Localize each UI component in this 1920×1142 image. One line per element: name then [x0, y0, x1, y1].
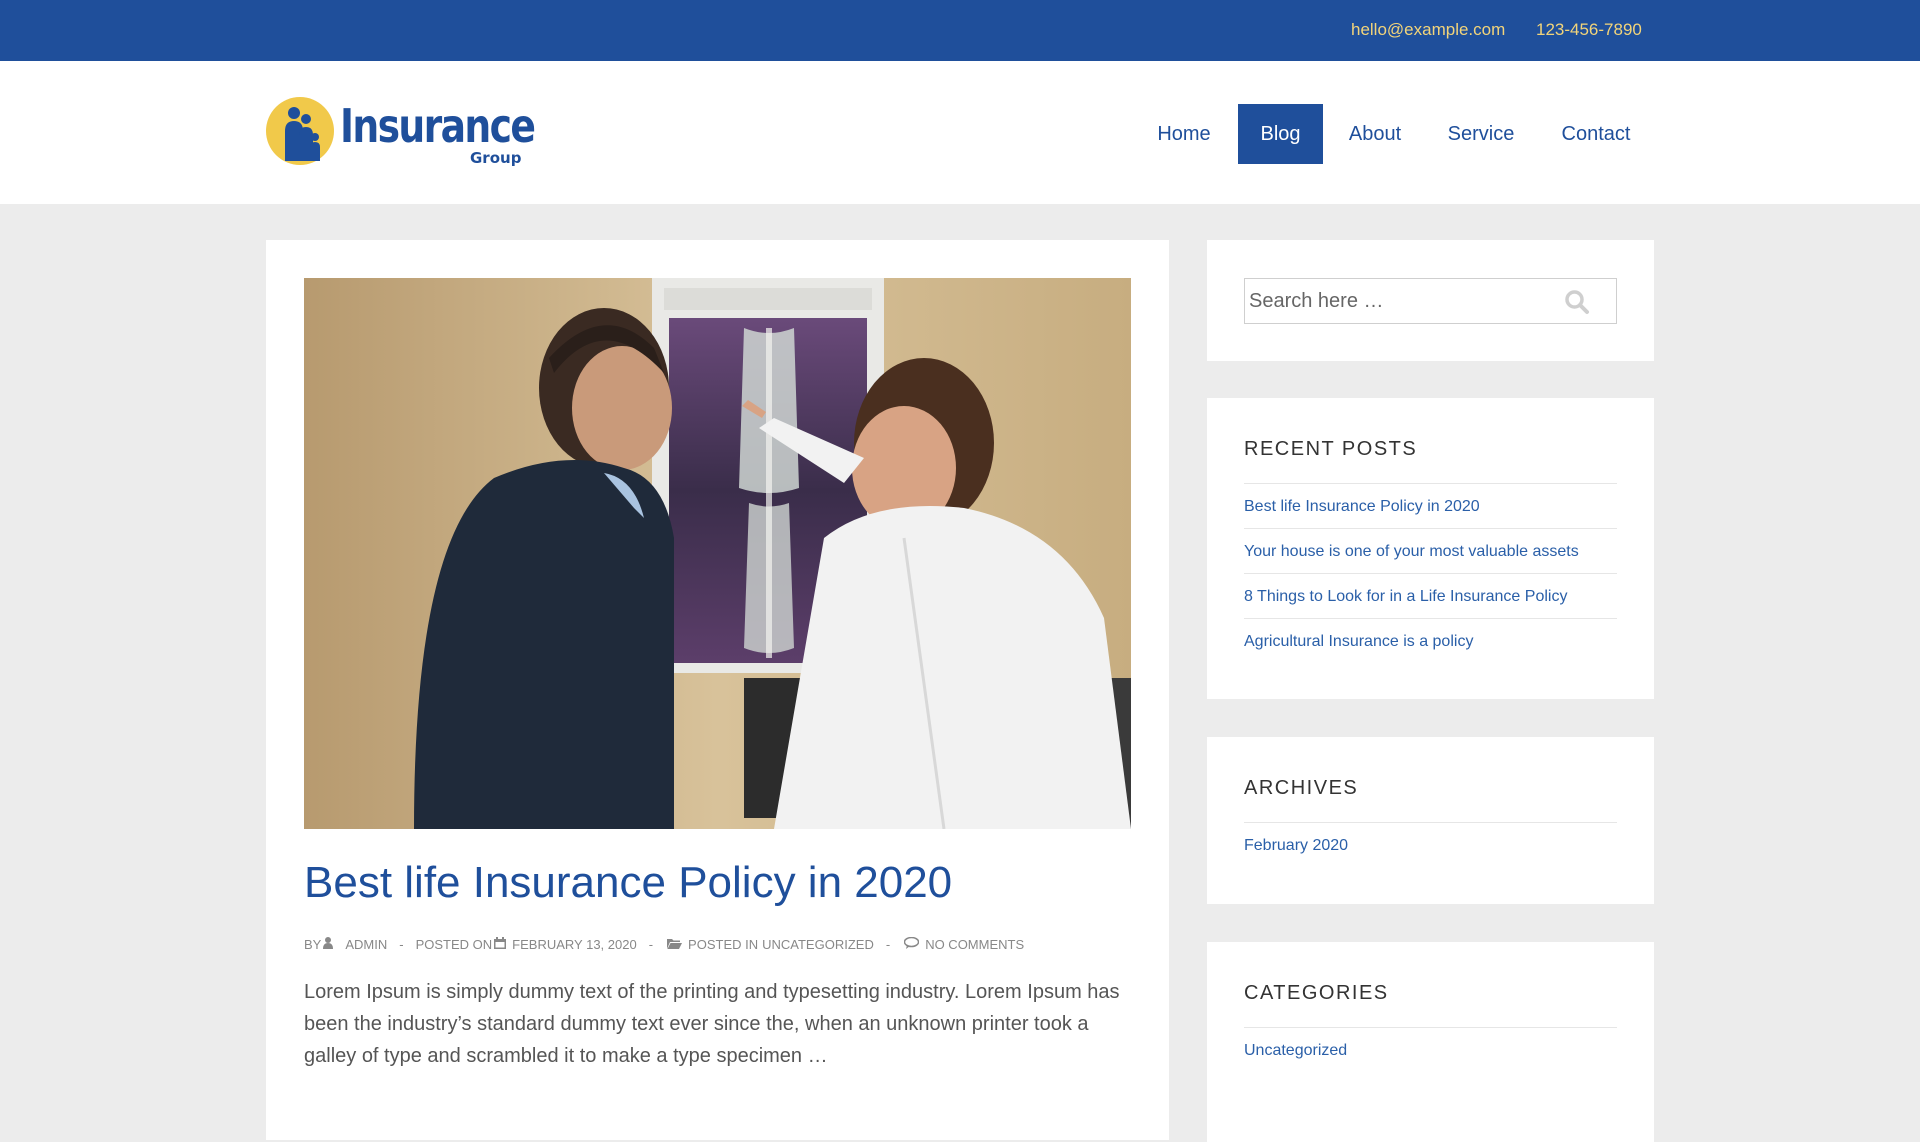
site-logo[interactable]: Insurance Group — [266, 97, 536, 173]
nav-about[interactable]: About — [1334, 104, 1416, 164]
nav-blog[interactable]: Blog — [1238, 104, 1323, 164]
search-box — [1244, 278, 1617, 324]
logo-subtitle: Group — [470, 149, 522, 167]
meta-separator: - — [648, 937, 654, 952]
post-excerpt: Lorem Ipsum is simply dummy text of the … — [304, 981, 1120, 1067]
list-item: Best life Insurance Policy in 2020 — [1244, 483, 1617, 528]
list-item: Uncategorized — [1244, 1027, 1617, 1072]
nav-service[interactable]: Service — [1431, 104, 1531, 164]
family-icon — [266, 97, 334, 165]
meta-posted-in-label: POSTED IN — [688, 937, 759, 952]
recent-post-link[interactable]: Best life Insurance Policy in 2020 — [1244, 498, 1480, 515]
archive-link[interactable]: February 2020 — [1244, 837, 1348, 854]
meta-separator: - — [885, 937, 891, 952]
recent-post-link[interactable]: Agricultural Insurance is a policy — [1244, 633, 1473, 650]
categories-list: Uncategorized — [1244, 1027, 1617, 1072]
list-item: Your house is one of your most valuable … — [1244, 528, 1617, 573]
meta-by-label: BY — [304, 937, 322, 952]
recent-posts-list: Best life Insurance Policy in 2020 Your … — [1244, 483, 1617, 663]
recent-post-link[interactable]: 8 Things to Look for in a Life Insurance… — [1244, 588, 1567, 605]
calendar-icon — [492, 937, 512, 952]
meta-posted-on-label: POSTED ON — [415, 937, 493, 952]
user-icon — [321, 937, 339, 952]
post-card: Best life Insurance Policy in 2020 BY AD… — [266, 240, 1169, 1140]
list-item: 8 Things to Look for in a Life Insurance… — [1244, 573, 1617, 618]
list-item: February 2020 — [1244, 822, 1617, 867]
list-item: Agricultural Insurance is a policy — [1244, 618, 1617, 663]
meta-separator: - — [399, 937, 404, 952]
meta-category[interactable]: UNCATEGORIZED — [762, 937, 874, 952]
archives-widget: ARCHIVES February 2020 — [1207, 737, 1654, 904]
recent-posts-title: RECENT POSTS — [1244, 438, 1418, 460]
search-icon[interactable] — [1564, 289, 1590, 315]
meta-author[interactable]: ADMIN — [345, 937, 387, 952]
post-title[interactable]: Best life Insurance Policy in 2020 — [304, 858, 952, 908]
categories-widget: CATEGORIES Uncategorized — [1207, 942, 1654, 1142]
post-featured-image[interactable] — [304, 278, 1131, 829]
nav-home[interactable]: Home — [1141, 104, 1227, 164]
comment-icon — [902, 936, 925, 952]
meta-comments[interactable]: NO COMMENTS — [925, 937, 1024, 952]
recent-posts-widget: RECENT POSTS Best life Insurance Policy … — [1207, 398, 1654, 699]
search-widget — [1207, 240, 1654, 361]
search-input[interactable] — [1249, 279, 1549, 323]
category-link[interactable]: Uncategorized — [1244, 1042, 1347, 1059]
phone-link[interactable]: 123-456-7890 — [1536, 20, 1642, 40]
recent-post-link[interactable]: Your house is one of your most valuable … — [1244, 543, 1579, 560]
logo-title: Insurance — [340, 99, 536, 153]
meta-date[interactable]: FEBRUARY 13, 2020 — [512, 937, 637, 952]
nav-contact[interactable]: Contact — [1550, 104, 1642, 164]
categories-title: CATEGORIES — [1244, 982, 1389, 1004]
site-header: Insurance Group Home Blog About Service … — [0, 61, 1920, 204]
folder-icon — [665, 937, 688, 952]
archives-title: ARCHIVES — [1244, 777, 1359, 799]
archives-list: February 2020 — [1244, 822, 1617, 867]
top-bar: hello@example.com 123-456-7890 — [0, 0, 1920, 61]
post-meta: BY ADMIN - POSTED ON FEBRUARY 13, 2020 -… — [304, 936, 1024, 952]
email-link[interactable]: hello@example.com — [1351, 20, 1505, 40]
